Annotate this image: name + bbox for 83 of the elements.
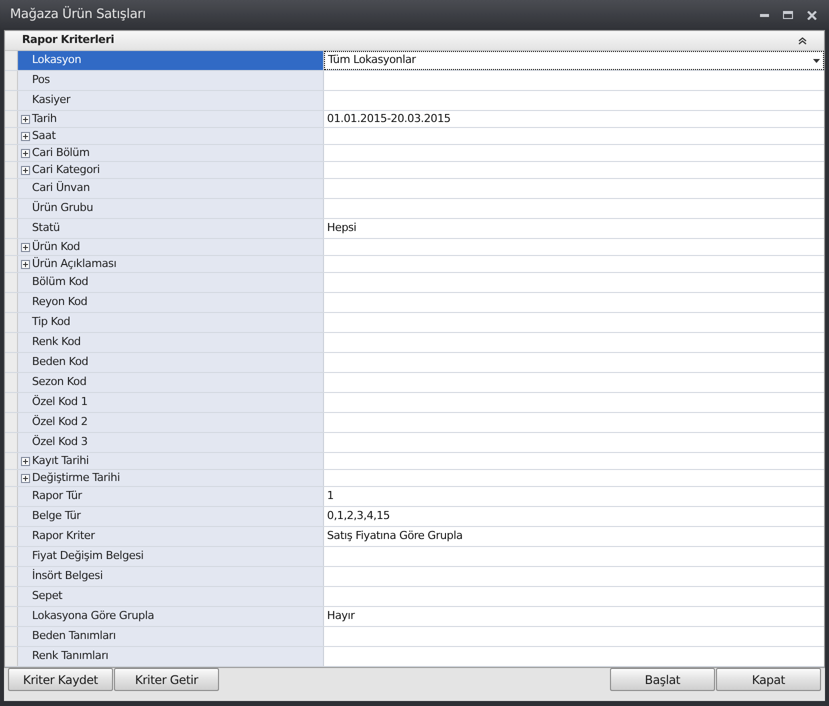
property-label[interactable]: Kayıt Tarihi bbox=[18, 453, 324, 469]
property-label[interactable]: Ürün Açıklaması bbox=[18, 256, 324, 272]
row-header[interactable] bbox=[5, 293, 18, 312]
property-label[interactable]: Cari Bölüm bbox=[18, 145, 324, 161]
row-header[interactable] bbox=[5, 91, 18, 110]
property-label[interactable]: Bölüm Kod bbox=[18, 273, 324, 292]
property-label[interactable]: Fiyat Değişim Belgesi bbox=[18, 547, 324, 566]
property-value[interactable]: Hepsi bbox=[324, 219, 824, 238]
row-header[interactable] bbox=[5, 373, 18, 392]
property-label[interactable]: Değiştirme Tarihi bbox=[18, 470, 324, 486]
expand-icon[interactable] bbox=[20, 456, 30, 466]
row-header[interactable] bbox=[5, 547, 18, 566]
panel-title: Rapor Kriterleri bbox=[22, 32, 116, 48]
expand-icon[interactable] bbox=[20, 148, 30, 158]
property-label[interactable]: Beden Kod bbox=[18, 353, 324, 372]
row-header[interactable] bbox=[5, 71, 18, 90]
property-value[interactable]: 1 bbox=[324, 487, 824, 506]
property-label[interactable]: Belge Tür bbox=[18, 507, 324, 526]
footer-button[interactable]: Başlat bbox=[610, 668, 715, 691]
row-header[interactable] bbox=[5, 507, 18, 526]
row-header[interactable] bbox=[5, 587, 18, 606]
footer-button[interactable]: Kriter Kaydet bbox=[8, 668, 113, 691]
property-value[interactable]: 01.01.2015-20.03.2015 bbox=[324, 111, 824, 127]
close-icon[interactable] bbox=[807, 10, 817, 20]
row-header[interactable] bbox=[5, 627, 18, 646]
row-header[interactable] bbox=[5, 527, 18, 546]
expand-icon[interactable] bbox=[20, 166, 30, 174]
maximize-icon[interactable] bbox=[783, 11, 793, 19]
row-header[interactable] bbox=[5, 353, 18, 372]
property-value[interactable]: Hayır bbox=[324, 607, 824, 626]
property-label[interactable]: Rapor Tür bbox=[18, 487, 324, 506]
property-label[interactable]: Reyon Kod bbox=[18, 293, 324, 312]
row-header[interactable] bbox=[5, 51, 18, 70]
minimize-icon[interactable] bbox=[760, 14, 769, 16]
expand-icon[interactable] bbox=[20, 114, 30, 124]
row-header[interactable] bbox=[5, 333, 18, 352]
property-label[interactable]: Sezon Kod bbox=[18, 373, 324, 392]
panel-header[interactable]: Rapor Kriterleri bbox=[5, 31, 824, 51]
property-label[interactable]: Lokasyona Göre Grupla bbox=[18, 607, 324, 626]
row-header[interactable] bbox=[5, 219, 18, 238]
property-label[interactable]: Renk Kod bbox=[18, 333, 324, 352]
row-header[interactable] bbox=[5, 607, 18, 626]
row-header[interactable] bbox=[5, 413, 18, 432]
row-header[interactable] bbox=[5, 199, 18, 218]
property-label[interactable]: Kasiyer bbox=[18, 91, 324, 110]
expand-icon[interactable] bbox=[20, 474, 30, 482]
row-header[interactable] bbox=[5, 647, 18, 666]
row-header[interactable] bbox=[5, 273, 18, 292]
property-label[interactable]: Tip Kod bbox=[18, 313, 324, 332]
expand-icon[interactable] bbox=[20, 242, 30, 252]
expand-icon[interactable] bbox=[20, 132, 30, 140]
property-label[interactable]: İnsört Belgesi bbox=[18, 567, 324, 586]
row-header[interactable] bbox=[5, 393, 18, 412]
row-header[interactable] bbox=[5, 433, 18, 452]
property-label[interactable]: Özel Kod 1 bbox=[18, 393, 324, 412]
dropdown-icon[interactable] bbox=[813, 58, 820, 62]
property-label[interactable]: Saat bbox=[18, 128, 324, 144]
property-label[interactable]: Özel Kod 3 bbox=[18, 433, 324, 452]
property-label[interactable]: Lokasyon bbox=[18, 51, 324, 70]
property-label[interactable]: Cari Ünvan bbox=[18, 179, 324, 198]
row-header[interactable] bbox=[5, 487, 18, 506]
property-label[interactable]: Sepet bbox=[18, 587, 324, 606]
property-label[interactable]: Rapor Kriter bbox=[18, 527, 324, 546]
footer-button[interactable]: Kapat bbox=[716, 668, 821, 691]
property-label[interactable]: Cari Kategori bbox=[18, 162, 324, 178]
row-header[interactable] bbox=[5, 567, 18, 586]
property-label[interactable]: Beden Tanımları bbox=[18, 627, 324, 646]
property-label[interactable]: Pos bbox=[18, 71, 324, 90]
row-header[interactable] bbox=[5, 313, 18, 332]
property-value[interactable]: 0,1,2,3,4,15 bbox=[324, 507, 824, 526]
window-title: Mağaza Ürün Satışları bbox=[10, 5, 147, 24]
collapse-icon[interactable] bbox=[798, 36, 807, 44]
row-header[interactable] bbox=[5, 179, 18, 198]
property-value[interactable]: Tüm Lokasyonlar bbox=[324, 51, 824, 70]
property-value[interactable]: Satış Fiyatına Göre Grupla bbox=[324, 527, 824, 546]
property-label[interactable]: Tarih bbox=[18, 111, 324, 127]
property-label[interactable]: Statü bbox=[18, 219, 324, 238]
property-label[interactable]: Renk Tanımları bbox=[18, 647, 324, 666]
expand-icon[interactable] bbox=[20, 260, 30, 268]
property-label[interactable]: Ürün Kod bbox=[18, 239, 324, 255]
property-label[interactable]: Özel Kod 2 bbox=[18, 413, 324, 432]
footer-button[interactable]: Kriter Getir bbox=[114, 668, 219, 691]
property-label[interactable]: Ürün Grubu bbox=[18, 199, 324, 218]
